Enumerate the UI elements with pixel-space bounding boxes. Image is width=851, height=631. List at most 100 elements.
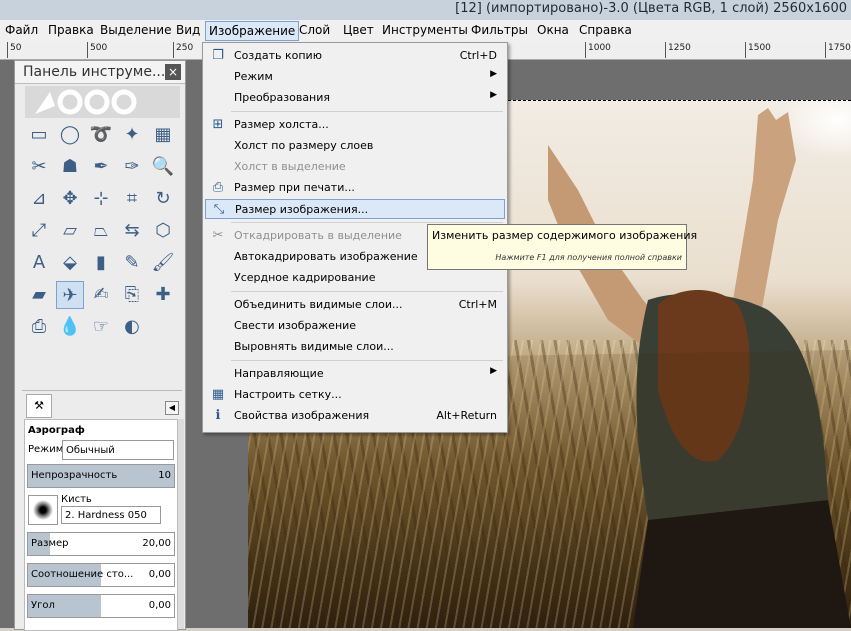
zoom-tool-icon[interactable]: 🔍: [149, 153, 177, 181]
menu-9[interactable]: Окна: [535, 23, 571, 37]
menu-0[interactable]: Файл: [3, 23, 40, 37]
menu-item-label: Автокадрировать изображение: [234, 250, 418, 263]
opacity-slider[interactable]: Непрозрачность 10: [27, 464, 175, 488]
shear-tool-icon[interactable]: ▱: [56, 217, 84, 245]
crop-tool-icon[interactable]: ⌗: [118, 185, 146, 213]
menu-4[interactable]: Изображение: [205, 21, 300, 41]
size-label: Размер: [31, 538, 69, 549]
ellipse-select-tool-icon[interactable]: ◯: [56, 121, 84, 149]
ruler-tick: [665, 42, 666, 58]
menu-item-label: Объединить видимые слои...: [234, 298, 403, 311]
menu-3[interactable]: Вид: [174, 23, 202, 37]
toolbox-title: Панель инструме...: [23, 64, 166, 80]
flip-tool-icon[interactable]: ⇆: [118, 217, 146, 245]
menu-item[interactable]: ⎙ Размер при печати...: [205, 178, 505, 198]
bucket-fill-tool-icon[interactable]: ⬙: [56, 249, 84, 277]
paintbrush-icon: 🖌: [151, 252, 175, 273]
color-picker-tool-icon[interactable]: ✑: [118, 153, 146, 181]
menu-item-label: Холст по размеру слоев: [234, 139, 374, 152]
dodge-burn-icon: ◐: [124, 316, 140, 337]
paintbrush-tool-icon[interactable]: 🖌: [149, 249, 177, 277]
align-tool-icon[interactable]: ⊹: [87, 185, 115, 213]
paths-tool-icon[interactable]: ✒: [87, 153, 115, 181]
tool-options-tab-icon[interactable]: ⚒: [26, 394, 52, 418]
rect-select-tool-icon[interactable]: ▭: [25, 121, 53, 149]
menu-10[interactable]: Справка: [577, 23, 634, 37]
move-tool-icon[interactable]: ✥: [56, 185, 84, 213]
menu-item[interactable]: Преобразования ▶: [205, 88, 505, 108]
menu-item[interactable]: Объединить видимые слои... Ctrl+M: [205, 295, 505, 315]
rotate-tool-icon[interactable]: ↻: [149, 185, 177, 213]
clone-icon: ⎘: [124, 284, 140, 305]
options-scrollbar[interactable]: [178, 419, 184, 629]
ruler-label: 50: [10, 43, 22, 53]
text-icon: A: [32, 252, 46, 273]
airbrush-tool-icon[interactable]: ✈: [56, 281, 84, 309]
scissors-select-tool-icon[interactable]: ✂: [25, 153, 53, 181]
aspect-ratio-slider[interactable]: Соотношение сто... 0,00: [27, 563, 175, 587]
submenu-arrow-icon: ▶: [490, 366, 497, 376]
smudge-icon: ☞: [92, 316, 110, 337]
mode-select[interactable]: Обычный: [62, 440, 174, 460]
menu-2[interactable]: Выделение: [98, 23, 173, 37]
size-slider[interactable]: Размер 20,00: [27, 532, 175, 556]
angle-slider[interactable]: Угол 0,00: [27, 594, 175, 618]
scale-icon: ⤢: [31, 220, 47, 241]
menu-6[interactable]: Цвет: [341, 23, 376, 37]
measure-tool-icon[interactable]: ⊿: [25, 185, 53, 213]
menu-1[interactable]: Правка: [46, 23, 96, 37]
menu-item[interactable]: ❐ Создать копию Ctrl+D: [205, 46, 505, 66]
menu-item-label: Преобразования: [234, 91, 331, 104]
heal-icon: ✚: [155, 284, 171, 305]
heal-tool-icon[interactable]: ✚: [149, 281, 177, 309]
menu-item-label: Свойства изображения: [234, 409, 370, 422]
free-select-tool-icon[interactable]: ➰: [87, 121, 115, 149]
menu-item-shortcut: Alt+Return: [436, 409, 497, 422]
menu-item[interactable]: ℹ Свойства изображения Alt+Return: [205, 406, 505, 426]
menu-item[interactable]: ⊞ Размер холста...: [205, 115, 505, 135]
menu-item-label: Размер изображения...: [235, 203, 369, 216]
brush-name-field[interactable]: 2. Hardness 050: [61, 506, 161, 524]
color-select-icon: ▦: [154, 124, 172, 145]
toolbox-titlebar[interactable]: Панель инструме... ×: [15, 61, 185, 84]
menu-item[interactable]: Режим ▶: [205, 67, 505, 87]
brush-preview[interactable]: [28, 495, 58, 525]
menu-separator: [231, 222, 503, 223]
menu-item[interactable]: ▦ Настроить сетку...: [205, 385, 505, 405]
perspective-clone-tool-icon[interactable]: ⎙: [25, 313, 53, 341]
menu-item[interactable]: Свести изображение: [205, 316, 505, 336]
ellipse-select-icon: ◯: [59, 124, 81, 145]
angle-value: 0,00: [148, 600, 171, 611]
foreground-select-tool-icon[interactable]: ☗: [56, 153, 84, 181]
close-icon[interactable]: ×: [165, 64, 181, 80]
fuzzy-select-tool-icon[interactable]: ✦: [118, 121, 146, 149]
blend-icon: ▮: [96, 252, 106, 273]
eraser-tool-icon[interactable]: ▰: [25, 281, 53, 309]
dodge-burn-tool-icon[interactable]: ◐: [118, 313, 146, 341]
menu-7[interactable]: Инструменты: [380, 23, 470, 37]
panel-menu-icon[interactable]: ◀: [165, 401, 179, 415]
ruler-tick: [585, 42, 586, 58]
zoom-icon: 🔍: [151, 156, 175, 177]
scale-tool-icon[interactable]: ⤢: [25, 217, 53, 245]
blur-tool-icon[interactable]: 💧: [56, 313, 84, 341]
clone-tool-icon[interactable]: ⎘: [118, 281, 146, 309]
menu-item[interactable]: Усердное кадрирование: [205, 268, 505, 288]
tool-name: Аэрограф: [28, 425, 85, 436]
paths-icon: ✒: [93, 156, 109, 177]
menu-item[interactable]: ⤡ Размер изображения...: [205, 199, 505, 219]
menu-item[interactable]: Холст по размеру слоев: [205, 136, 505, 156]
color-select-tool-icon[interactable]: ▦: [149, 121, 177, 149]
menu-8[interactable]: Фильтры: [469, 23, 530, 37]
ink-tool-icon[interactable]: ✍: [87, 281, 115, 309]
perspective-tool-icon[interactable]: ⏢: [87, 217, 115, 245]
menu-item[interactable]: Направляющие ▶: [205, 364, 505, 384]
cage-transform-tool-icon[interactable]: ⬡: [149, 217, 177, 245]
text-tool-icon[interactable]: A: [25, 249, 53, 277]
pencil-tool-icon[interactable]: ✎: [118, 249, 146, 277]
menu-item[interactable]: Выровнять видимые слои...: [205, 337, 505, 357]
menu-5[interactable]: Слой: [297, 23, 332, 37]
blend-tool-icon[interactable]: ▮: [87, 249, 115, 277]
smudge-tool-icon[interactable]: ☞: [87, 313, 115, 341]
print-size-icon: ⎙: [212, 180, 224, 195]
